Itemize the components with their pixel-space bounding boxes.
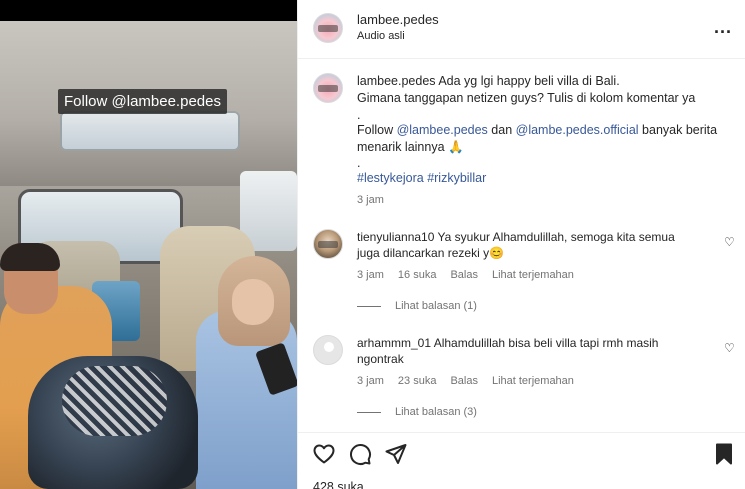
reply-button[interactable]: Balas	[450, 269, 478, 281]
comment-text: ngontrak	[357, 352, 404, 366]
share-icon[interactable]	[384, 442, 408, 466]
caption-line: menarik lainnya 🙏	[357, 140, 464, 154]
comment-text: Alhamdulillah bisa beli villa tapi rmh m…	[433, 336, 659, 350]
post-actions-bar: 428 suka	[298, 432, 745, 489]
translate-button[interactable]: Lihat terjemahan	[492, 375, 574, 387]
caption-line: Gimana tanggapan netizen guys? Tulis di …	[357, 91, 696, 105]
comment-like-icon[interactable]: ♡	[724, 235, 735, 249]
caption-timestamp: 3 jam	[357, 194, 384, 206]
comment-likes[interactable]: 16 suka	[398, 269, 437, 281]
caption-avatar[interactable]	[313, 73, 343, 103]
comment-text: juga dilancarkan rezeki y😊	[357, 246, 505, 260]
commenter-avatar[interactable]	[313, 229, 343, 259]
post-side-panel: lambee.pedes Audio asli ... lambee.pedes…	[297, 0, 745, 489]
commenter-avatar[interactable]	[313, 335, 343, 365]
video-frame: Follow @lambee.pedes	[0, 21, 297, 489]
video-watermark: Follow @lambee.pedes	[58, 89, 227, 114]
hashtag-link[interactable]: #rizkybillar	[427, 171, 486, 185]
author-username[interactable]: lambee.pedes	[357, 12, 439, 27]
heart-icon[interactable]	[312, 442, 336, 466]
more-options-icon[interactable]: ...	[714, 17, 732, 38]
replies-divider	[357, 411, 381, 413]
comment-icon[interactable]	[348, 442, 372, 466]
view-replies-label: Lihat balasan (3)	[395, 406, 477, 418]
comment-likes[interactable]: 23 suka	[398, 375, 437, 387]
hashtag-link[interactable]: #lestykejora	[357, 171, 424, 185]
mention-link[interactable]: @lambe.pedes.official	[516, 123, 639, 137]
post-video[interactable]: Follow @lambee.pedes	[0, 0, 297, 489]
caption-line: Ada yg lgi happy beli villa di Bali.	[438, 74, 620, 88]
comment-timestamp: 3 jam	[357, 375, 384, 387]
caption-text: dan	[487, 123, 516, 137]
reply-button[interactable]: Balas	[450, 375, 478, 387]
view-replies-button[interactable]: Lihat balasan (3)	[357, 406, 477, 418]
caption-text: Follow	[357, 123, 397, 137]
replies-divider	[357, 305, 381, 307]
bookmark-icon[interactable]	[712, 442, 736, 466]
commenter-username[interactable]: arhammm_01	[357, 336, 431, 350]
post-header: lambee.pedes Audio asli ...	[298, 0, 745, 59]
mention-link[interactable]: @lambee.pedes	[397, 123, 488, 137]
comment-like-icon[interactable]: ♡	[724, 341, 735, 355]
view-replies-button[interactable]: Lihat balasan (1)	[357, 300, 477, 312]
audio-label[interactable]: Audio asli	[357, 30, 405, 42]
comment-text: Ya syukur Alhamdulillah, semoga kita sem…	[437, 230, 675, 244]
caption-text: banyak berita	[638, 123, 718, 137]
likes-count[interactable]: 428 suka	[313, 480, 364, 489]
caption-username[interactable]: lambee.pedes	[357, 74, 436, 88]
commenter-username[interactable]: tienyulianna10	[357, 230, 434, 244]
instagram-post-view: Follow @lambee.pedes lambee.pedes Audio …	[0, 0, 745, 489]
video-top-bar	[0, 0, 297, 21]
author-avatar[interactable]	[313, 13, 343, 43]
comment-timestamp: 3 jam	[357, 269, 384, 281]
translate-button[interactable]: Lihat terjemahan	[492, 269, 574, 281]
view-replies-label: Lihat balasan (1)	[395, 300, 477, 312]
